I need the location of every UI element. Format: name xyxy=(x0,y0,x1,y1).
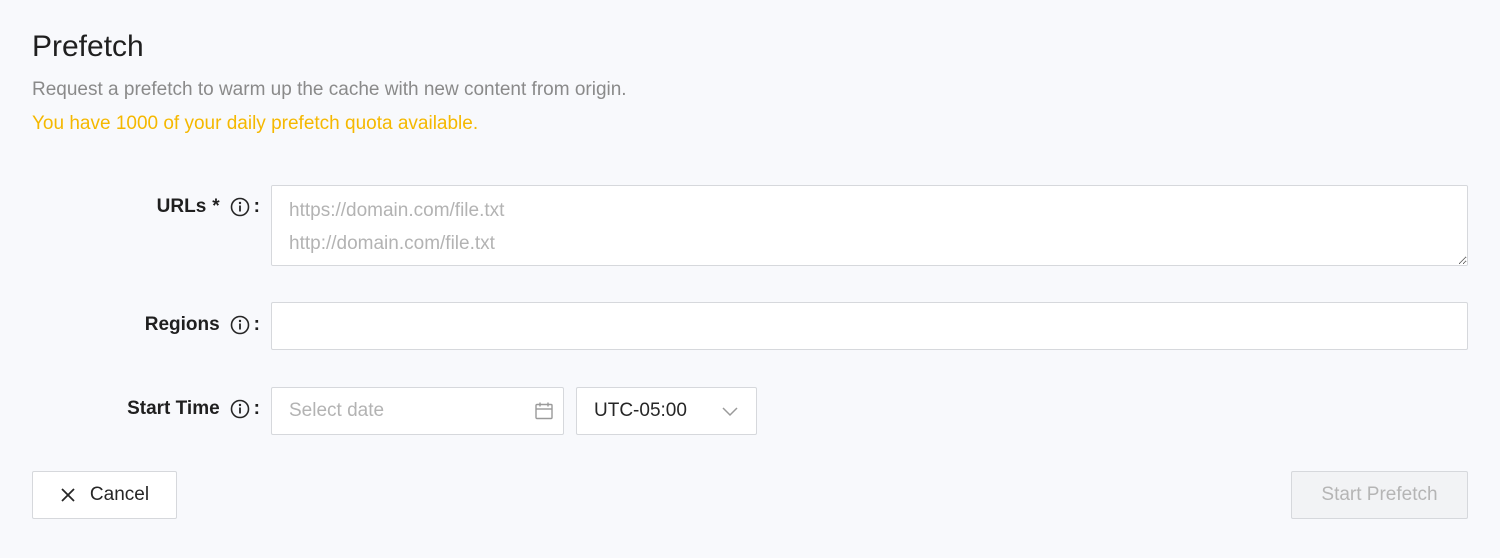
page-title: Prefetch xyxy=(32,30,144,63)
timezone-select[interactable]: UTC-05:00 xyxy=(576,387,757,435)
start-prefetch-button[interactable]: Start Prefetch xyxy=(1291,471,1468,519)
regions-label-text: Regions xyxy=(144,314,220,335)
regions-label: Regions : xyxy=(145,314,260,336)
urls-textarea[interactable] xyxy=(271,185,1468,266)
date-picker[interactable] xyxy=(271,387,564,435)
chevron-down-icon xyxy=(721,405,739,417)
regions-input[interactable] xyxy=(271,302,1468,350)
cancel-label: Cancel xyxy=(89,484,150,505)
label-colon: : xyxy=(253,314,260,335)
cancel-button[interactable]: Cancel xyxy=(32,471,177,519)
close-icon xyxy=(60,487,76,503)
date-input[interactable] xyxy=(289,400,534,422)
urls-label: URLs * : xyxy=(157,196,260,218)
start-time-label: Start Time : xyxy=(127,398,260,420)
info-icon[interactable] xyxy=(230,315,250,335)
start-time-label-text: Start Time xyxy=(127,398,220,419)
page-description: Request a prefetch to warm up the cache … xyxy=(32,79,627,100)
timezone-value: UTC-05:00 xyxy=(594,400,687,421)
quota-notice: You have 1000 of your daily prefetch quo… xyxy=(32,113,479,134)
start-prefetch-label: Start Prefetch xyxy=(1321,484,1438,505)
label-colon: : xyxy=(253,398,260,419)
required-marker: * xyxy=(212,196,220,217)
info-icon[interactable] xyxy=(230,399,250,419)
info-icon[interactable] xyxy=(230,197,250,217)
urls-label-text: URLs xyxy=(156,196,207,217)
calendar-icon[interactable] xyxy=(534,401,554,421)
label-colon: : xyxy=(253,196,260,217)
